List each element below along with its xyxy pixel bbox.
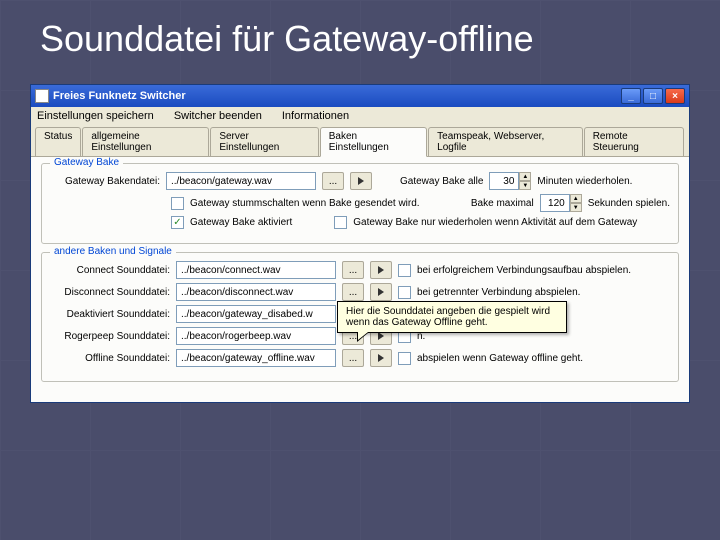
- group-title: Gateway Bake: [50, 157, 123, 168]
- sound-label: Offline Sounddatei:: [50, 353, 170, 364]
- bake-file-label: Gateway Bakendatei:: [50, 176, 160, 187]
- sound-input[interactable]: [176, 305, 336, 323]
- slide-title: Sounddatei für Gateway-offline: [40, 18, 534, 60]
- spin-down-icon[interactable]: ▼: [570, 203, 582, 212]
- panel: Gateway Bake Gateway Bakendatei: ... Gat…: [31, 157, 689, 402]
- sound-label: Rogerpeep Sounddatei:: [50, 331, 170, 342]
- repeat-pre: Gateway Bake alle: [400, 176, 483, 187]
- spin-down-icon[interactable]: ▼: [519, 181, 531, 190]
- app-icon: [35, 89, 49, 103]
- menu-quit[interactable]: Switcher beenden: [174, 110, 262, 122]
- play-button[interactable]: [370, 261, 392, 279]
- group-title-other: andere Baken und Signale: [50, 246, 176, 257]
- sound-input[interactable]: [176, 327, 336, 345]
- tooltip: Hier die Sounddatei angeben die gespielt…: [337, 301, 567, 333]
- menu-save[interactable]: Einstellungen speichern: [37, 110, 154, 122]
- play-button[interactable]: [350, 172, 372, 190]
- group-gateway-bake: Gateway Bake Gateway Bakendatei: ... Gat…: [41, 163, 679, 244]
- active-label: Gateway Bake aktiviert: [190, 217, 292, 228]
- play-button[interactable]: [370, 349, 392, 367]
- sound-desc: bei getrennter Verbindung abspielen.: [417, 287, 580, 298]
- sound-label: Disconnect Sounddatei:: [50, 287, 170, 298]
- sound-desc: bei erfolgreichem Verbindungsaufbau absp…: [417, 265, 631, 276]
- sound-row: Offline Sounddatei:... abspielen wenn Gat…: [50, 349, 670, 367]
- sound-input[interactable]: [176, 283, 336, 301]
- tab-status[interactable]: Status: [35, 127, 81, 156]
- close-button[interactable]: ×: [665, 88, 685, 104]
- spin-up-icon[interactable]: ▲: [570, 194, 582, 203]
- window-title: Freies Funknetz Switcher: [53, 90, 186, 102]
- only-label: Gateway Bake nur wiederholen wenn Aktivi…: [353, 217, 533, 228]
- max-spinner[interactable]: ▲▼: [540, 194, 582, 212]
- tab-server[interactable]: Server Einstellungen: [210, 127, 318, 156]
- minimize-button[interactable]: _: [621, 88, 641, 104]
- sound-row: Disconnect Sounddatei:... bei getrennter …: [50, 283, 670, 301]
- menubar: Einstellungen speichern Switcher beenden…: [31, 107, 689, 125]
- sound-checkbox[interactable]: [398, 286, 411, 299]
- sound-input[interactable]: [176, 261, 336, 279]
- active-checkbox[interactable]: ✓: [171, 216, 184, 229]
- max-pre: Bake maximal: [471, 198, 534, 209]
- tab-baken[interactable]: Baken Einstellungen: [320, 127, 427, 157]
- sound-row: Connect Sounddatei:... bei erfolgreichem …: [50, 261, 670, 279]
- app-window: Freies Funknetz Switcher _ □ × Einstellu…: [30, 84, 690, 403]
- tab-remote[interactable]: Remote Steuerung: [584, 127, 684, 156]
- sound-desc: abspielen wenn Gateway offline geht.: [417, 353, 583, 364]
- mute-label: Gateway stummschalten wenn Bake gesendet…: [190, 198, 420, 209]
- sound-checkbox[interactable]: [398, 264, 411, 277]
- menu-info[interactable]: Informationen: [282, 110, 349, 122]
- max-post: Sekunden spielen.: [588, 198, 670, 209]
- sound-label: Deaktiviert Sounddatei:: [50, 309, 170, 320]
- browse-button[interactable]: ...: [342, 283, 364, 301]
- repeat-post: Minuten wiederholen.: [537, 176, 632, 187]
- spin-up-icon[interactable]: ▲: [519, 172, 531, 181]
- tab-row: Status allgemeine Einstellungen Server E…: [31, 125, 689, 157]
- browse-button[interactable]: ...: [342, 349, 364, 367]
- only-checkbox[interactable]: [334, 216, 347, 229]
- maximize-button[interactable]: □: [643, 88, 663, 104]
- browse-button[interactable]: ...: [322, 172, 344, 190]
- group-other-signals: andere Baken und Signale Connect Soundda…: [41, 252, 679, 382]
- sound-checkbox[interactable]: [398, 352, 411, 365]
- play-button[interactable]: [370, 283, 392, 301]
- tab-general[interactable]: allgemeine Einstellungen: [82, 127, 209, 156]
- repeat-spinner[interactable]: ▲▼: [489, 172, 531, 190]
- bake-file-input[interactable]: [166, 172, 316, 190]
- sound-label: Connect Sounddatei:: [50, 265, 170, 276]
- tab-teamspeak[interactable]: Teamspeak, Webserver, Logfile: [428, 127, 583, 156]
- mute-checkbox[interactable]: [171, 197, 184, 210]
- titlebar: Freies Funknetz Switcher _ □ ×: [31, 85, 689, 107]
- sound-input[interactable]: [176, 349, 336, 367]
- browse-button[interactable]: ...: [342, 261, 364, 279]
